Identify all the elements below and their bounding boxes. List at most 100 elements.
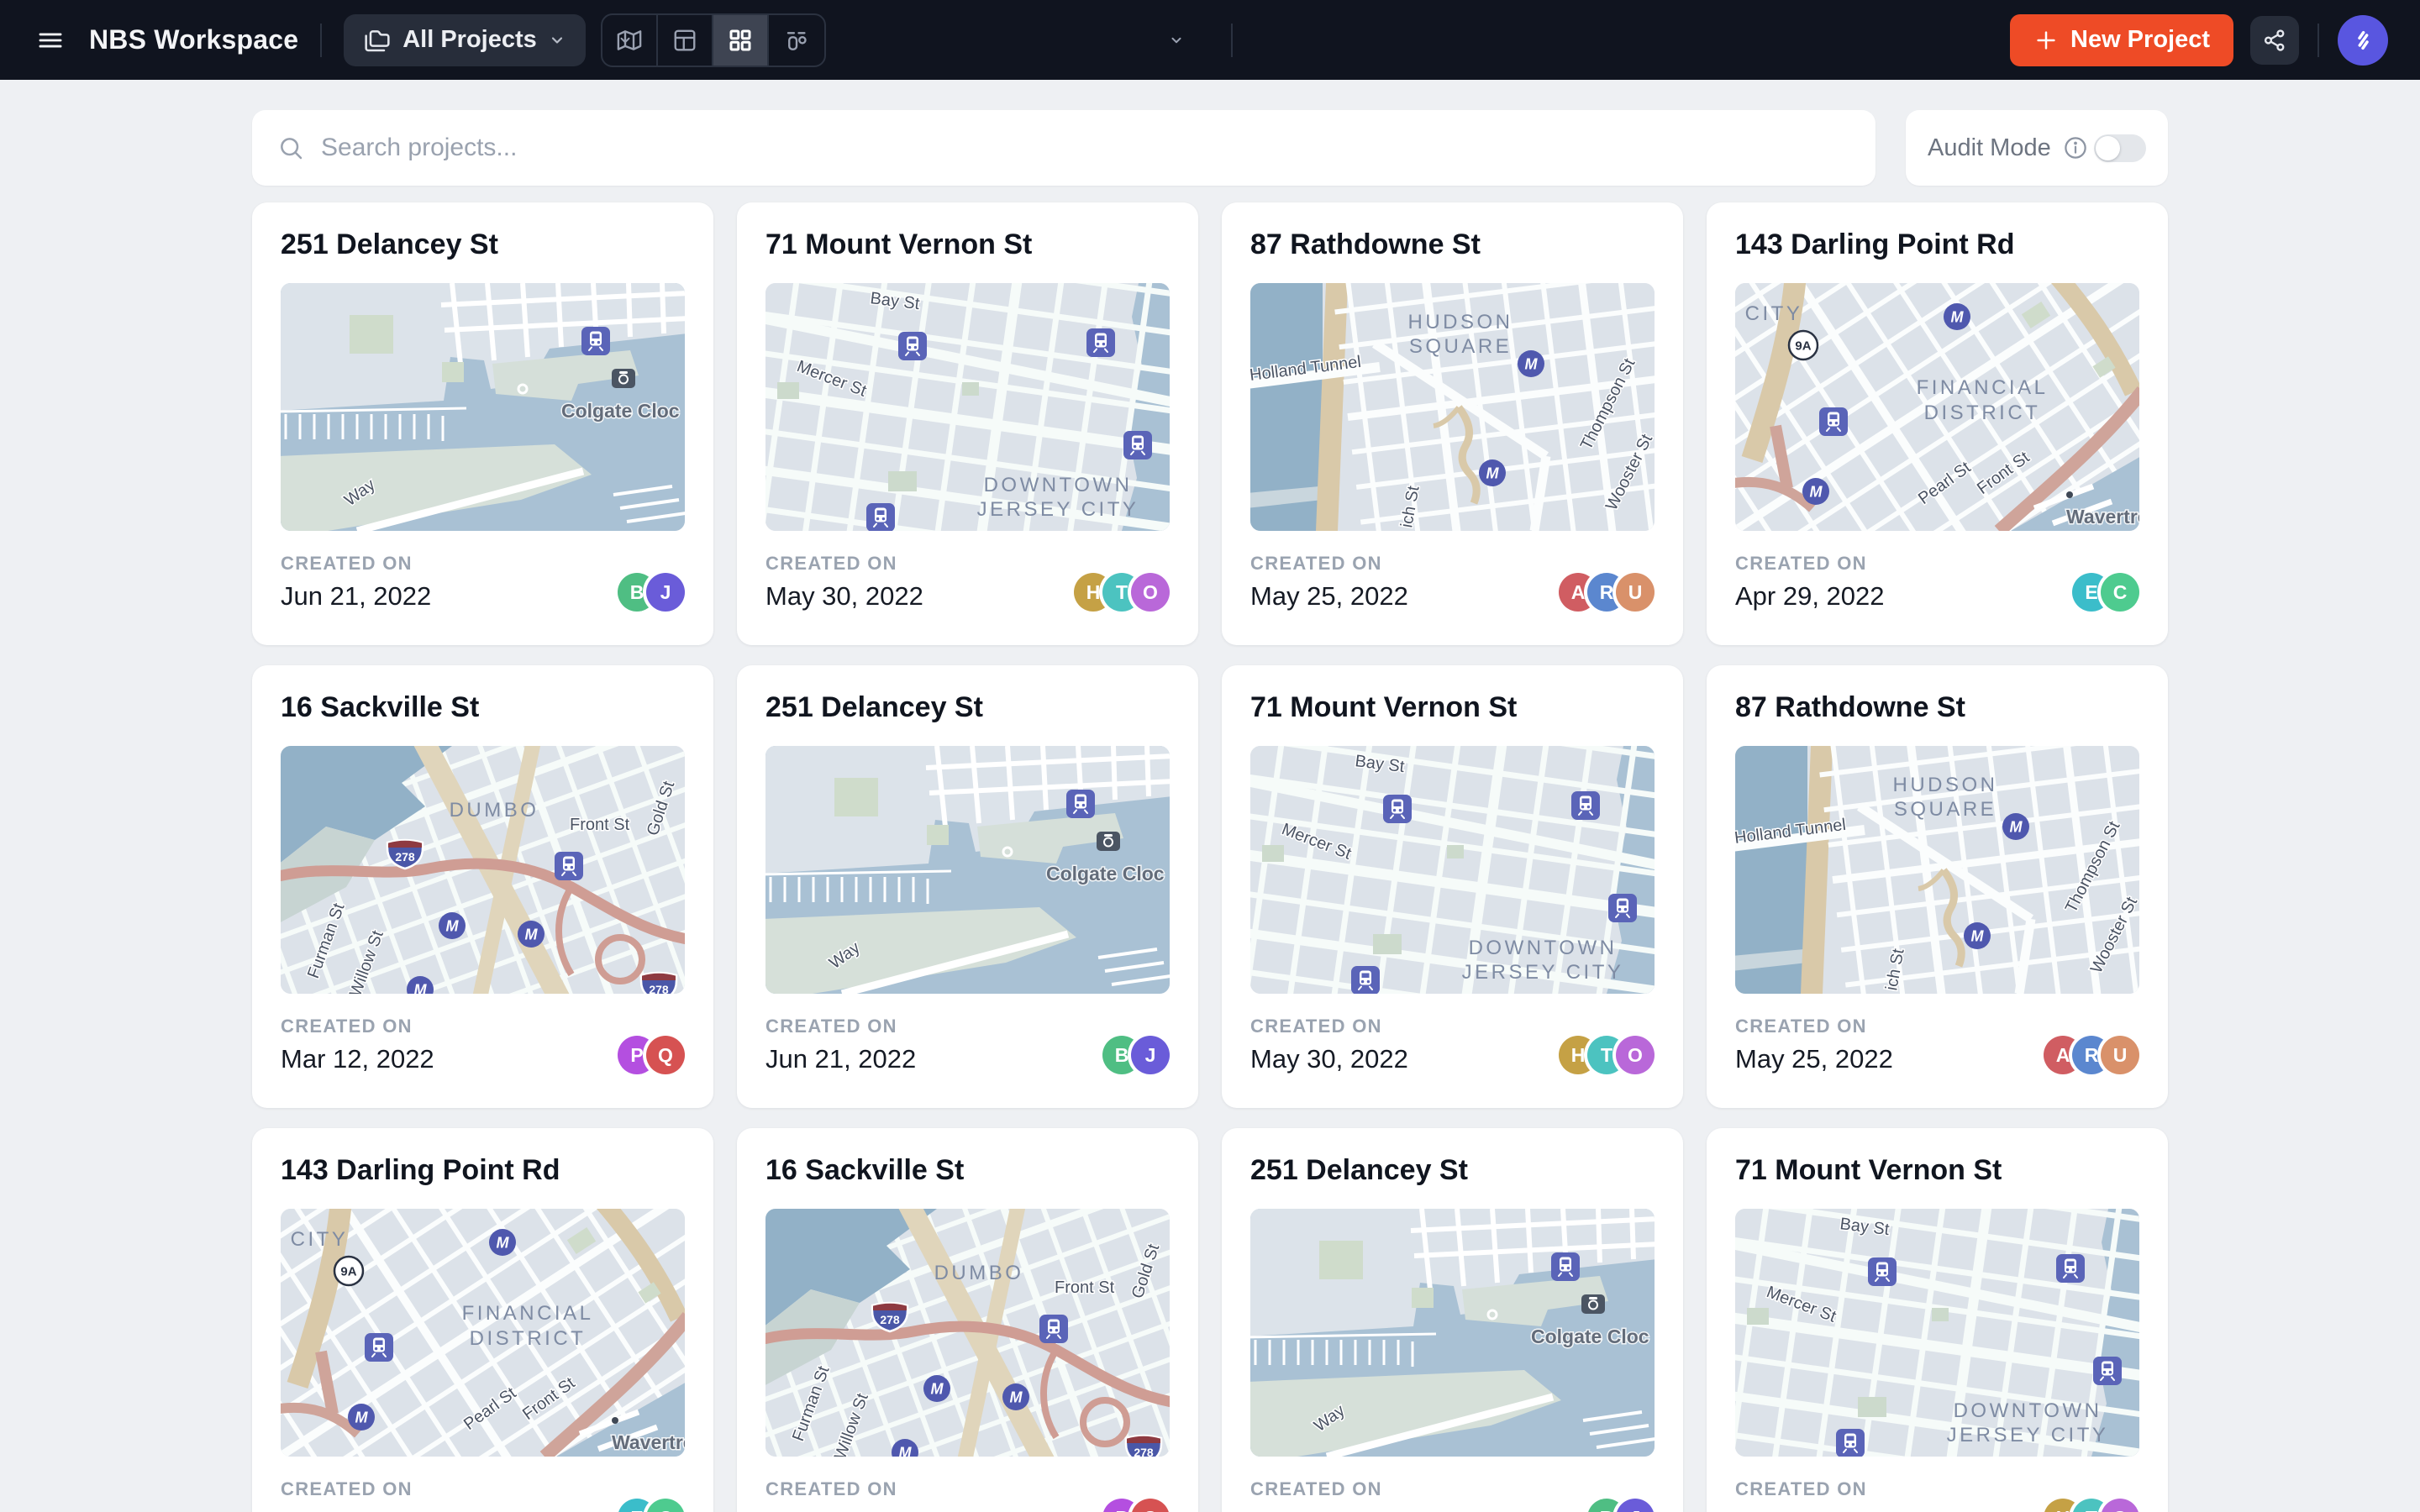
project-title: 251 Delancey St	[765, 690, 1170, 724]
audit-mode-toggle[interactable]	[2094, 134, 2146, 162]
project-card[interactable]: 251 Delancey St Colgate Clo	[252, 202, 713, 645]
card-meta: CREATED ON May 25, 2022	[1250, 553, 1408, 612]
svg-text:DOWNTOWN: DOWNTOWN	[1469, 937, 1618, 959]
avatar: U	[1616, 573, 1655, 612]
card-meta: CREATED ON Jun 21, 2022	[281, 553, 431, 612]
created-on-label: CREATED ON	[281, 1478, 430, 1500]
menu-button[interactable]	[32, 22, 69, 59]
divider	[1231, 24, 1233, 57]
svg-text:JERSEY CITY: JERSEY CITY	[977, 498, 1139, 521]
map-mount-vernon: Bay St Mercer St DOWNTOWN JERSEY CITY	[765, 283, 1170, 531]
created-on-label: CREATED ON	[1735, 1478, 1893, 1500]
layers-button[interactable]	[107, 25, 633, 55]
search-input[interactable]	[321, 134, 1850, 162]
map-thumbnail[interactable]: Colgate Cloc Way	[765, 746, 1170, 994]
project-card[interactable]: 143 Darling Point Rd K CITY FINANCIAL	[252, 1128, 713, 1512]
created-on-label: CREATED ON	[765, 1478, 919, 1500]
train-icon	[555, 852, 583, 880]
svg-text:HUDSON: HUDSON	[1892, 774, 1997, 796]
card-meta: CREATED ON May 30, 2022	[1250, 1016, 1408, 1074]
card-footer: CREATED ON Apr 29, 2022 EC	[281, 1478, 685, 1512]
gear-icon	[658, 25, 1162, 55]
svg-text:DOWNTOWN: DOWNTOWN	[1954, 1399, 2102, 1422]
svg-text:K CITY: K CITY	[1735, 302, 1802, 325]
project-card[interactable]: 71 Mount Vernon St Bay St Mercer St DOWN…	[1222, 665, 1683, 1108]
svg-text:DISTRICT: DISTRICT	[470, 1327, 587, 1350]
avatar: Q	[1131, 1499, 1170, 1512]
map-rathdowne: Holland Tunnel HUDSON SQUARE Thompson St…	[1250, 283, 1655, 531]
created-date: May 25, 2022	[1250, 581, 1408, 612]
map-thumbnail[interactable]: K CITY FINANCIAL DISTRICT Pearl St Front…	[1735, 283, 2139, 531]
svg-text:M: M	[1971, 928, 1985, 945]
svg-text:DUMBO: DUMBO	[450, 799, 539, 822]
project-card[interactable]: 87 Rathdowne St Holland Tunnel HUDSON SQ…	[1222, 202, 1683, 645]
map-thumbnail[interactable]: DUMBO Front St Gold St Furman St Willow …	[765, 1209, 1170, 1457]
map-thumbnail[interactable]: Holland Tunnel HUDSON SQUARE Thompson St…	[1250, 283, 1655, 531]
svg-text:SQUARE: SQUARE	[1894, 798, 1996, 821]
map-mount-vernon: Bay St Mercer St DOWNTOWN JERSEY CITY	[1250, 746, 1655, 994]
svg-text:M: M	[414, 982, 428, 995]
created-date: May 25, 2022	[1735, 1044, 1893, 1074]
center-toolbar	[107, 0, 2313, 80]
map-delancey: Colgate Cloc Way	[765, 746, 1170, 994]
account-avatar-button[interactable]	[2338, 15, 2388, 66]
map-thumbnail[interactable]: Bay St Mercer St DOWNTOWN JERSEY CITY	[1735, 1209, 2139, 1457]
map-sackville: DUMBO Front St Gold St Furman St Willow …	[765, 1209, 1170, 1457]
created-date: Mar 12, 2022	[281, 1044, 434, 1074]
svg-text:FINANCIAL: FINANCIAL	[462, 1302, 594, 1325]
svg-text:M: M	[2010, 819, 2023, 836]
map-thumbnail[interactable]: K CITY FINANCIAL DISTRICT Pearl St Front…	[281, 1209, 685, 1457]
project-card[interactable]: 71 Mount Vernon St Bay St Mercer St DOWN…	[1707, 1128, 2168, 1512]
camera-icon	[1097, 832, 1120, 851]
avatar: O	[1131, 573, 1170, 612]
map-mount-vernon: Bay St Mercer St DOWNTOWN JERSEY CITY	[1735, 1209, 2139, 1457]
map-thumbnail[interactable]: Bay St Mercer St DOWNTOWN JERSEY CITY	[765, 283, 1170, 531]
search-box	[252, 110, 1876, 186]
map-darling-point: K CITY FINANCIAL DISTRICT Pearl St Front…	[281, 1209, 685, 1457]
svg-text:M: M	[1010, 1389, 1023, 1406]
project-card[interactable]: 251 Delancey St Colgate Clo	[737, 665, 1198, 1108]
project-title: 16 Sackville St	[281, 690, 685, 724]
tools-button[interactable]	[1809, 25, 2313, 55]
card-footer: CREATED ON May 25, 2022 ARU	[1250, 553, 1655, 612]
project-title: 71 Mount Vernon St	[1250, 690, 1655, 724]
created-on-label: CREATED ON	[1735, 1016, 1893, 1037]
map-delancey: Colgate Cloc Way	[1250, 1209, 1655, 1457]
train-icon	[581, 327, 610, 355]
camera-icon	[612, 369, 635, 388]
search-icon	[277, 134, 304, 161]
project-card[interactable]: 143 Darling Point Rd K CITY FINANCIAL	[1707, 202, 2168, 645]
avatar-group: BJ	[1102, 1036, 1170, 1074]
map-thumbnail[interactable]: Holland Tunnel HUDSON SQUARE Thompson St…	[1735, 746, 2139, 994]
settings-button[interactable]	[658, 25, 1184, 55]
card-footer: CREATED ON May 30, 2022 HTO	[765, 553, 1170, 612]
project-card[interactable]: 16 Sackville St DUMBO Front St Gold St F…	[737, 1128, 1198, 1512]
info-icon[interactable]	[2063, 135, 2088, 160]
expand-icon	[1280, 25, 1784, 55]
map-thumbnail[interactable]: Bay St Mercer St DOWNTOWN JERSEY CITY	[1250, 746, 1655, 994]
card-footer: CREATED ON May 25, 2022 ARU	[1735, 1016, 2139, 1074]
project-card[interactable]: 251 Delancey St Colgate Clo	[1222, 1128, 1683, 1512]
fullscreen-button[interactable]	[1280, 25, 1784, 55]
map-thumbnail[interactable]: Colgate Cloc Way	[1250, 1209, 1655, 1457]
card-footer: CREATED ON May 30, 2022 HTO	[1735, 1478, 2139, 1512]
avatar-group: BJ	[618, 573, 685, 612]
svg-text:278: 278	[395, 850, 415, 864]
camera-icon	[1581, 1294, 1605, 1314]
project-card[interactable]: 16 Sackville St DUMBO Front St Gold St F…	[252, 665, 713, 1108]
created-on-label: CREATED ON	[281, 1016, 434, 1037]
created-on-label: CREATED ON	[281, 553, 431, 575]
svg-text:DOWNTOWN: DOWNTOWN	[984, 474, 1133, 496]
project-card[interactable]: 71 Mount Vernon St Bay St Mercer St DOWN…	[737, 202, 1198, 645]
map-thumbnail[interactable]: DUMBO Front St Gold St Furman St Willow …	[281, 746, 685, 994]
map-thumbnail[interactable]: Colgate Cloc Way	[281, 283, 685, 531]
project-card[interactable]: 87 Rathdowne St Holland Tunnel HUDSON SQ…	[1707, 665, 2168, 1108]
created-date: Apr 29, 2022	[281, 1507, 430, 1512]
map-darling-point: K CITY FINANCIAL DISTRICT Pearl St Front…	[1735, 283, 2139, 531]
logo-slashes-icon	[2349, 27, 2376, 54]
card-meta: CREATED ON May 30, 2022	[1735, 1478, 1893, 1512]
svg-text:M: M	[355, 1410, 369, 1426]
created-date: Jun 21, 2022	[1250, 1507, 1401, 1512]
divider	[2317, 24, 2319, 57]
created-on-label: CREATED ON	[765, 553, 923, 575]
